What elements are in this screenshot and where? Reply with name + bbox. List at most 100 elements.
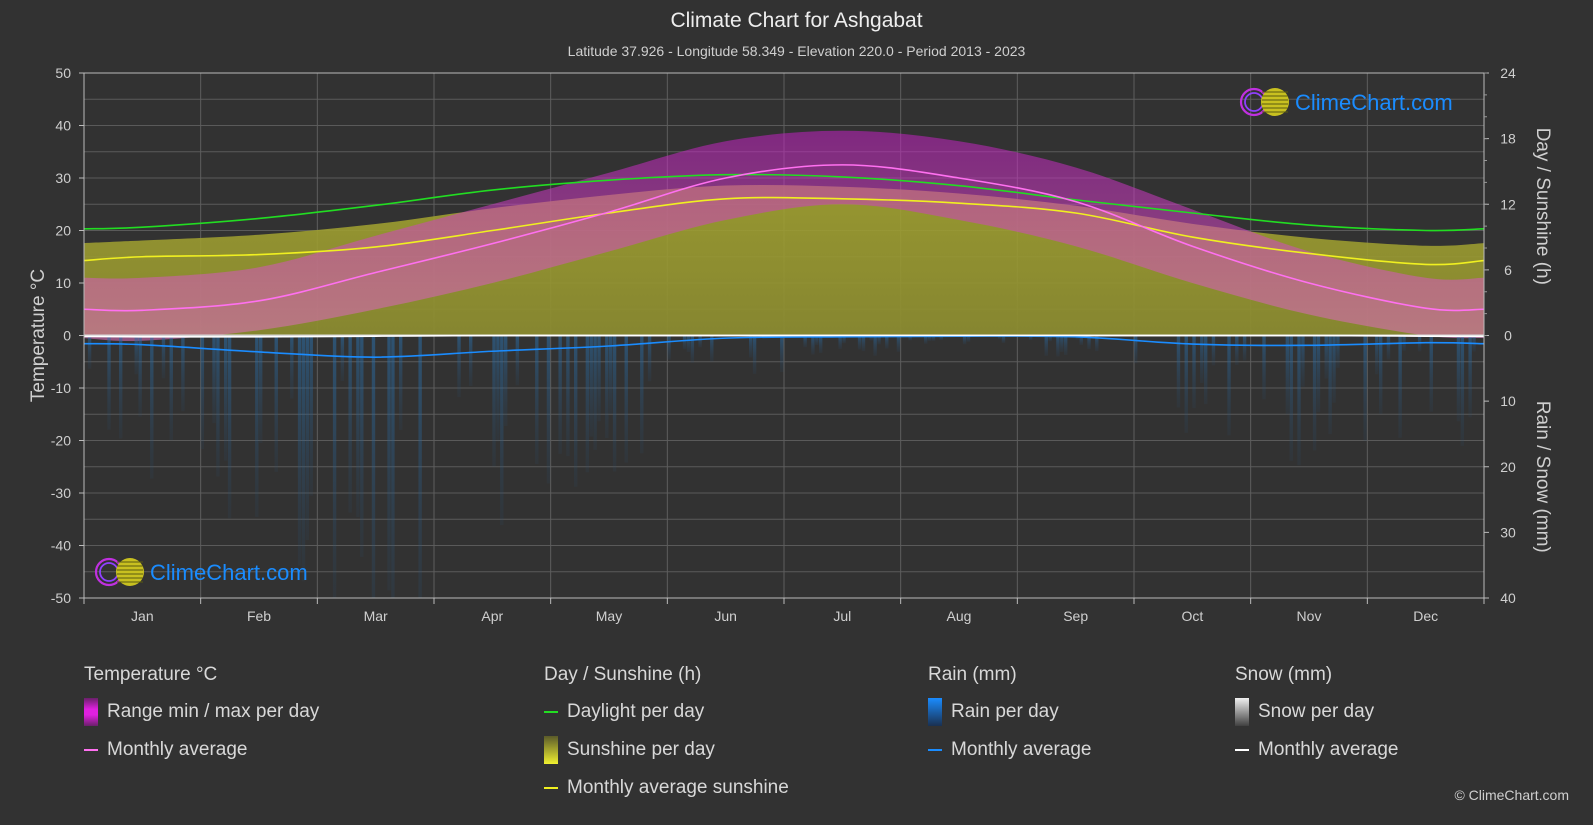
rain-day-bar [348,335,352,513]
rain-day-bar [574,335,578,487]
rain-day-bar [87,335,92,369]
y-tick-label-right-mm: 40 [1500,590,1516,606]
x-tick-label: Jul [833,608,851,624]
y-tick-label-right-hours: 12 [1500,196,1516,212]
x-tick-label: Nov [1297,608,1322,624]
rain-day-bar [469,335,473,387]
x-tick-label: Mar [364,608,388,624]
snow-swatch-icon [1235,698,1249,726]
rain-day-bar [819,335,823,353]
rain-day-bar [1056,335,1060,357]
x-tick-label: Jan [131,608,154,624]
rain-day-bar [1379,335,1383,414]
y-axis-title-right-top: Day / Sunshine (h) [1532,128,1553,285]
rain-day-bar [1211,335,1216,366]
copyright: © ClimeChart.com [1454,787,1569,803]
rain-day-bar [1336,335,1340,368]
legend-label: Monthly average sunshine [567,777,789,798]
rain-day-bar [119,335,123,439]
rain-day-bar [558,335,562,454]
rain-day-bar [752,335,757,374]
rain-day-bar [1328,335,1332,435]
rain-day-bar [1200,335,1204,384]
y-tick-label-right-mm: 10 [1500,393,1516,409]
rain-day-bar [566,335,570,457]
legend-rain: Rain (mm) Rain per day Monthly average [928,664,1091,776]
rain-day-bar [216,335,220,477]
rain-day-bar [667,335,671,360]
rain-day-bar [504,335,508,427]
legend-item-temp-range: Range min / max per day [84,698,319,726]
y-tick-label-right-hours: 24 [1500,65,1516,81]
legend-sunshine-title: Day / Sunshine (h) [544,664,702,685]
y-tick-label-left: -40 [51,538,71,554]
rain-day-bar [535,335,539,464]
rain-day-bar [1289,335,1293,461]
rain-day-bar [1429,335,1433,412]
rain-day-bar [682,335,687,350]
rain-day-bar [1242,335,1247,361]
rain-day-bar [134,335,138,375]
y-tick-label-left: 40 [55,118,71,134]
y-tick-label-left: -10 [51,380,71,396]
rain-day-bar [356,335,360,518]
x-tick-label: Jun [714,608,737,624]
rain-day-bar [640,335,644,454]
climechart-logo-icon: ClimeChart.com [94,557,308,587]
rain-day-bar [138,335,142,417]
rain-day-bar [107,335,111,430]
rain-day-bar [597,335,601,422]
rain-day-bar [515,335,520,386]
y-tick-label-right-hours: 18 [1500,131,1516,147]
snow-avg-swatch-icon [1235,749,1249,751]
y-tick-label-left: -50 [51,590,71,606]
y-tick-label-right-hours: 6 [1504,262,1512,278]
x-tick-label: May [596,608,622,624]
rain-avg-swatch-icon [928,749,942,751]
y-tick-label-left: 20 [55,223,71,239]
rain-day-bar [780,335,784,373]
rain-day-bar [387,335,391,591]
rain-day-bar [861,335,866,352]
rain-day-bar [1316,335,1321,413]
legend-sunshine: Day / Sunshine (h) Daylight per day Suns… [544,664,789,814]
legend-label: Monthly average [107,739,248,760]
rain-day-bar [371,335,376,598]
rain-day-bar [274,335,278,472]
rain-day-bar [457,335,461,398]
y-tick-label-right-hours: 0 [1504,328,1512,344]
rain-day-bar [609,335,613,415]
rain-swatch-icon [928,698,942,726]
x-tick-label: Sep [1063,608,1088,624]
rain-day-bar [896,335,901,352]
x-tick-label: Feb [247,608,271,624]
rain-day-bar [1060,335,1064,352]
rain-day-bar [811,335,815,355]
rain-day-bar [546,335,551,484]
watermark-text: ClimeChart.com [1295,90,1453,115]
y-tick-label-right-mm: 30 [1500,524,1516,540]
legend-snow-title: Snow (mm) [1235,664,1333,685]
rain-day-bar [309,335,313,496]
legend-temperature-title: Temperature °C [84,664,218,685]
y-axis-title-right-bottom: Rain / Snow (mm) [1532,401,1553,553]
rain-day-bar [1460,335,1465,446]
rain-day-bar [1456,335,1461,422]
rain-day-bar [224,335,228,461]
rain-day-bar [290,335,294,399]
rain-day-bar [227,335,232,519]
legend-item-rain-avg: Monthly average [928,738,1091,762]
rain-day-bar [399,335,403,430]
rain-day-bar [605,335,609,439]
legend-label: Snow per day [1258,701,1375,722]
y-tick-label-left: 10 [55,275,71,291]
legend-item-daylight: Daylight per day [544,700,789,724]
rain-day-bar [150,335,154,479]
y-tick-label-left: -20 [51,433,71,449]
y-tick-label-left: 0 [63,328,71,344]
logo-ring-inner-icon [1244,92,1264,112]
watermark-logo-bottom: ClimeChart.com [94,557,308,587]
rain-day-bar [255,335,259,517]
legend-label: Daylight per day [567,701,705,722]
rain-day-bar [305,335,310,540]
